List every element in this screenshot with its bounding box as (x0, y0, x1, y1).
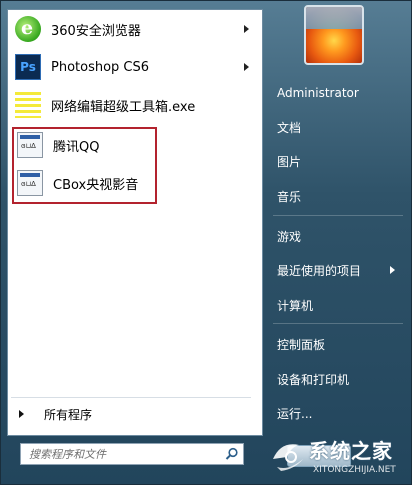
menu-item-label: 控制面板 (277, 337, 326, 352)
menu-item-label: 游戏 (277, 229, 302, 244)
site-logo-icon (273, 444, 303, 471)
program-label: 360安全浏览器 (51, 23, 141, 39)
divider (273, 323, 403, 324)
search-box[interactable] (20, 443, 244, 465)
menu-item-pictures[interactable]: 图片 (271, 147, 405, 175)
submenu-arrow-icon (390, 266, 395, 274)
photoshop-icon: Ps (15, 54, 41, 80)
menu-item-label: 设备和打印机 (277, 372, 350, 387)
watermark-url: XITONGZHIJIA.NET (313, 465, 396, 475)
menu-item-music[interactable]: 音乐 (271, 182, 405, 210)
all-programs-label: 所有程序 (44, 407, 93, 422)
highlight-box (12, 127, 157, 204)
submenu-arrow-icon[interactable] (244, 63, 249, 71)
program-photoshop[interactable]: Ps Photoshop CS6 (11, 49, 257, 85)
menu-item-run[interactable]: 运行... (271, 399, 405, 427)
submenu-arrow-icon[interactable] (244, 25, 249, 33)
exe-icon (15, 92, 41, 118)
menu-item-computer[interactable]: 计算机 (271, 291, 405, 319)
divider (273, 215, 403, 216)
all-programs-button[interactable]: 所有程序 (11, 401, 251, 427)
watermark-title: 系统之家 (309, 439, 393, 463)
menu-item-administrator[interactable]: Administrator (271, 79, 405, 107)
program-label: Photoshop CS6 (51, 59, 150, 75)
menu-item-label: 图片 (277, 154, 302, 169)
menu-item-recent-items[interactable]: 最近使用的项目 (271, 256, 405, 284)
start-menu: 360安全浏览器 Ps Photoshop CS6 网络编辑超级工具箱.exe … (0, 0, 412, 485)
menu-item-games[interactable]: 游戏 (271, 222, 405, 250)
menu-item-devices-printers[interactable]: 设备和打印机 (271, 365, 405, 393)
user-avatar[interactable] (304, 5, 364, 65)
menu-item-label: 计算机 (277, 298, 314, 313)
divider (11, 397, 251, 398)
search-input[interactable] (27, 446, 227, 462)
search-icon[interactable] (225, 447, 239, 461)
menu-item-control-panel[interactable]: 控制面板 (271, 330, 405, 358)
menu-item-documents[interactable]: 文档 (271, 113, 405, 141)
program-label: 网络编辑超级工具箱.exe (51, 99, 196, 115)
expand-arrow-icon (19, 410, 24, 418)
360-browser-icon (15, 16, 41, 42)
menu-item-label: 最近使用的项目 (277, 263, 362, 278)
watermark: 系统之家 XITONGZHIJIA.NET (269, 433, 409, 483)
menu-item-label: 文档 (277, 120, 302, 135)
program-360-browser[interactable]: 360安全浏览器 (11, 11, 257, 47)
menu-item-label: 运行... (277, 406, 313, 421)
program-network-toolbox[interactable]: 网络编辑超级工具箱.exe (11, 87, 257, 123)
menu-item-label: 音乐 (277, 189, 302, 204)
menu-item-label: Administrator (277, 86, 359, 100)
